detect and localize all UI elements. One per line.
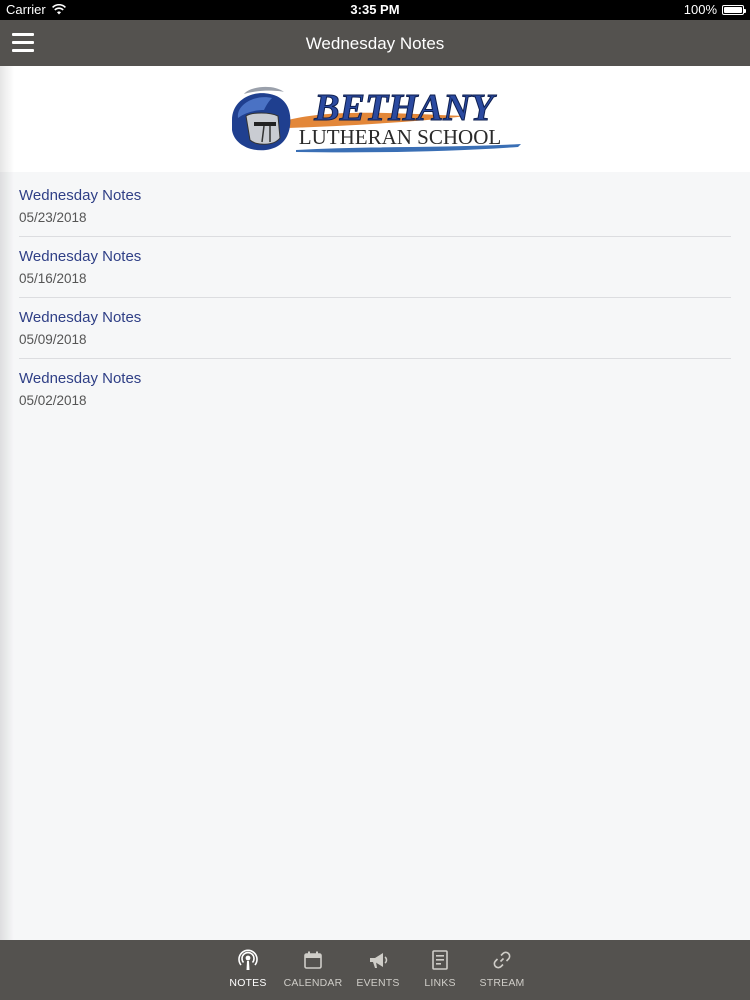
list-item[interactable]: Wednesday Notes 05/02/2018 bbox=[19, 359, 731, 420]
document-icon bbox=[428, 948, 452, 972]
page-title: Wednesday Notes bbox=[305, 34, 445, 53]
megaphone-icon bbox=[366, 948, 390, 972]
status-right: 100% bbox=[683, 2, 746, 17]
app-screen: Carrier 3:35 PM 100% Wednesday Notes BET… bbox=[0, 0, 750, 1000]
note-date: 05/09/2018 bbox=[19, 332, 87, 347]
link-icon bbox=[490, 948, 514, 972]
tab-calendar[interactable]: CALENDAR bbox=[282, 940, 344, 1000]
tab-label: EVENTS bbox=[356, 977, 400, 989]
logo-line-1: BETHANY bbox=[313, 87, 497, 129]
battery-icon bbox=[722, 4, 746, 15]
calendar-icon bbox=[301, 948, 325, 972]
drawer-edge-shadow bbox=[0, 66, 14, 940]
tab-label: NOTES bbox=[229, 977, 267, 989]
tab-bar: NOTES CALENDAR EVENTS LINKS STREAM bbox=[0, 940, 750, 1000]
note-date: 05/02/2018 bbox=[19, 393, 87, 408]
tab-links[interactable]: LINKS bbox=[412, 940, 468, 1000]
tab-label: CALENDAR bbox=[283, 977, 343, 989]
logo-line-2: LUTHERAN SCHOOL bbox=[299, 125, 501, 149]
note-title: Wednesday Notes bbox=[19, 187, 142, 204]
tab-notes[interactable]: NOTES bbox=[220, 940, 276, 1000]
podcast-icon bbox=[236, 948, 260, 972]
note-title: Wednesday Notes bbox=[19, 248, 142, 265]
status-bar: Carrier 3:35 PM 100% bbox=[0, 0, 750, 20]
list-item[interactable]: Wednesday Notes 05/09/2018 bbox=[19, 298, 731, 359]
notes-list: Wednesday Notes 05/23/2018 Wednesday Not… bbox=[19, 176, 731, 420]
tab-label: LINKS bbox=[424, 977, 456, 989]
note-title: Wednesday Notes bbox=[19, 309, 142, 326]
note-title: Wednesday Notes bbox=[19, 370, 142, 387]
list-item[interactable]: Wednesday Notes 05/16/2018 bbox=[19, 237, 731, 298]
tab-stream[interactable]: STREAM bbox=[474, 940, 530, 1000]
navigation-bar: Wednesday Notes bbox=[0, 20, 750, 66]
battery-level bbox=[724, 6, 742, 13]
battery-percent: 100% bbox=[683, 2, 717, 17]
tab-label: STREAM bbox=[479, 977, 525, 989]
note-date: 05/23/2018 bbox=[19, 210, 87, 225]
status-time: 3:35 PM bbox=[350, 2, 400, 17]
school-logo: BETHANY LUTHERAN SCHOOL bbox=[232, 87, 521, 153]
tab-events[interactable]: EVENTS bbox=[350, 940, 406, 1000]
list-item[interactable]: Wednesday Notes 05/23/2018 bbox=[19, 176, 731, 237]
school-logo-banner: BETHANY LUTHERAN SCHOOL bbox=[0, 66, 750, 172]
note-date: 05/16/2018 bbox=[19, 271, 87, 286]
